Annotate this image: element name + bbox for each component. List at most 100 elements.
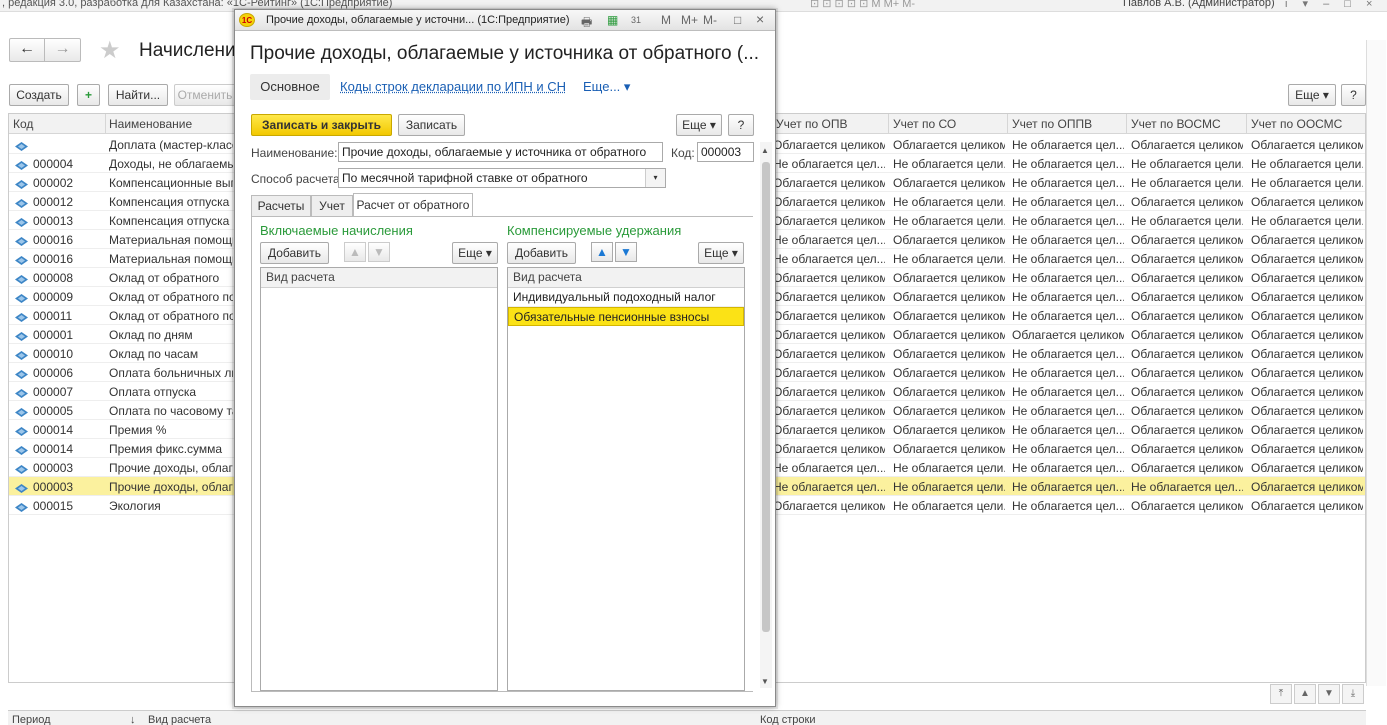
table-cell-code: 000006 [33,366,103,380]
app-tool-icons[interactable]: ⊡ ⊡ ⊡ ⊡ ⊡ M M+ M- [810,0,915,10]
table-cell-name: Доходы, не облагаемые [109,157,233,171]
accrual-type-icon [15,273,28,282]
scroll-down-icon[interactable]: ▼ [761,677,769,686]
table-cell-so: Облагается целиком [893,271,1005,285]
table-cell-oosms: Облагается целиком [1251,366,1363,380]
scroll-thumb[interactable] [762,162,770,632]
table-cell-opv: Облагается целиком [773,385,885,399]
table-cell-name: Оклад по дням [109,328,233,342]
window-controls[interactable]: i ▾ – □ × [1285,0,1378,10]
included-add-button[interactable]: Добавить [260,242,329,264]
sort-icon[interactable]: ↓ [130,714,136,725]
table-cell-oosms: Облагается целиком [1251,138,1363,152]
scroll-down-icon[interactable]: ▼ [1318,684,1340,704]
find-button[interactable]: Найти... [108,84,168,106]
table-cell-so: Не облагается цели... [893,195,1005,209]
nav-link-declaration-codes[interactable]: Коды строк декларации по ИПН и СН [340,79,566,94]
column-header[interactable]: Учет по ООСМС [1251,117,1342,131]
calculation-method-select[interactable]: По месячной тарифной ставке от обратного… [338,168,666,188]
modal-titlebar[interactable]: 1С Прочие доходы, облагаемые у источни..… [235,10,775,31]
nav-more[interactable]: Еще... ▾ [583,79,630,95]
list-item[interactable]: Индивидуальный подоходный налог [508,288,744,307]
table-cell-so: Облагается целиком [893,347,1005,361]
cancel-search-button[interactable]: Отменить [174,84,236,106]
column-header[interactable]: Учет по ОППВ [1012,117,1092,131]
column-header[interactable]: Вид расчета [148,714,211,725]
column-header[interactable]: Период [12,714,51,725]
back-button[interactable]: ← [9,38,45,62]
table-cell-oosms: Облагается целиком [1251,499,1363,513]
nav-main[interactable]: Основное [250,74,330,100]
compensated-add-button[interactable]: Добавить [507,242,576,264]
move-up-icon[interactable]: ▲ [344,242,366,262]
table-cell-oosms: Облагается целиком [1251,480,1363,494]
table-scroll-buttons[interactable]: ⤒ ▲ ▼ ⤓ [1270,684,1366,706]
compensated-deductions-title: Компенсируемые удержания [507,223,681,238]
accrual-type-icon [15,387,28,396]
save-button[interactable]: Записать [398,114,465,136]
included-accruals-table[interactable]: Вид расчета [260,267,498,691]
move-up-icon[interactable]: ▲ [591,242,613,262]
scroll-up-icon[interactable]: ▲ [1294,684,1316,704]
scroll-bottom-icon[interactable]: ⤓ [1342,684,1364,704]
code-input[interactable]: 000003 [697,142,754,162]
column-header[interactable]: Наименование [109,117,192,131]
column-header[interactable]: Код [13,117,33,131]
chevron-down-icon[interactable]: ▾ [645,169,665,187]
name-label: Наименование: [251,146,338,160]
maximize-icon[interactable]: □ [734,13,741,27]
memory-minus-icon[interactable]: M- [703,13,717,27]
close-icon[interactable]: × [756,11,764,27]
compensated-more-button[interactable]: Еще ▾ [698,242,744,264]
table-cell-opv: Не облагается цел... [773,480,885,494]
included-more-button[interactable]: Еще ▾ [452,242,498,264]
column-header[interactable]: Учет по ОПВ [776,117,847,131]
help-button[interactable]: ? [1341,84,1366,106]
help-button[interactable]: ? [728,114,754,136]
table-cell-vosms: Облагается целиком [1131,385,1243,399]
move-down-icon[interactable]: ▼ [368,242,390,262]
scroll-top-icon[interactable]: ⤒ [1270,684,1292,704]
table-cell-name: Прочие доходы, облагае [109,480,233,494]
table-cell-code: 000013 [33,214,103,228]
more-button[interactable]: Еще ▾ [1288,84,1336,106]
column-header[interactable]: Учет по ВОСМС [1131,117,1221,131]
column-header[interactable]: Вид расчета [508,268,744,288]
tab-reverse-calculation[interactable]: Расчет от обратного [353,193,473,217]
favorite-star-icon[interactable]: ★ [99,36,121,65]
memory-icon[interactable]: M [661,13,671,27]
column-header[interactable]: Код строки [760,714,816,725]
copy-add-icon[interactable]: + [77,84,100,106]
table-cell-code: 000011 [33,309,103,323]
tab-calculations[interactable]: Расчеты [251,195,311,217]
tab-accounting[interactable]: Учет [311,195,353,217]
table-cell-so: Не облагается цели... [893,480,1005,494]
scroll-up-icon[interactable]: ▲ [761,146,769,155]
accrual-type-icon [15,178,28,187]
page-scrollbar[interactable] [1366,40,1386,686]
calculation-method-value: По месячной тарифной ставке от обратного [342,171,588,185]
forward-button[interactable]: → [45,38,81,62]
calendar-icon[interactable]: 31 [631,15,641,25]
compensated-deductions-table[interactable]: Вид расчета Индивидуальный подоходный на… [507,267,745,691]
table-cell-oppv: Облагается целиком [1012,328,1124,342]
form-scrollbar[interactable]: ▲ ▼ [760,142,772,688]
column-header[interactable]: Вид расчета [261,268,497,288]
table-cell-code: 000001 [33,328,103,342]
table-cell-opv: Облагается целиком [773,442,885,456]
table-cell-opv: Облагается целиком [773,423,885,437]
print-icon[interactable]: 🖶 [581,13,592,34]
save-and-close-button[interactable]: Записать и закрыть [251,114,392,136]
list-item[interactable]: Обязательные пенсионные взносы [508,307,744,326]
more-button[interactable]: Еще ▾ [676,114,722,136]
calculator-icon[interactable]: ▦ [607,13,618,27]
move-down-icon[interactable]: ▼ [615,242,637,262]
current-user[interactable]: Павлов А.В. (Администратор) [1123,0,1275,9]
table-cell-name: Премия % [109,423,233,437]
memory-plus-icon[interactable]: M+ [681,13,698,27]
create-button[interactable]: Создать [9,84,69,106]
name-input[interactable]: Прочие доходы, облагаемые у источника от… [338,142,663,162]
column-header[interactable]: Учет по СО [893,117,956,131]
table-cell-vosms: Не облагается цели... [1131,157,1243,171]
table-cell-oppv: Не облагается цел... [1012,214,1124,228]
